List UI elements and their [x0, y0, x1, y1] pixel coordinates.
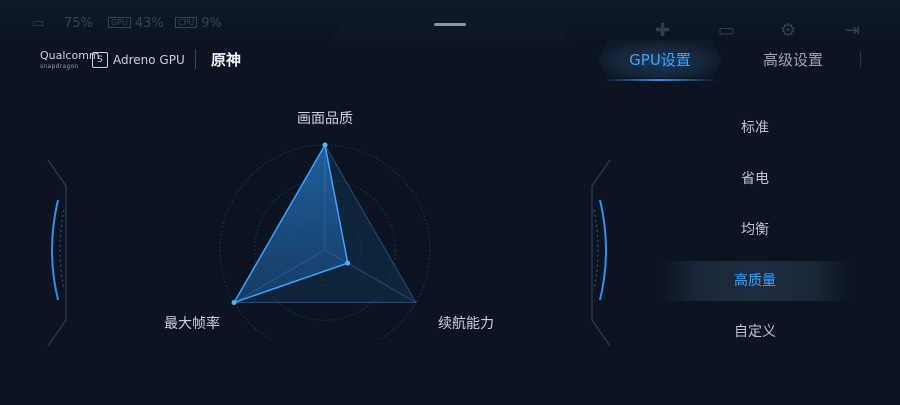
divider — [860, 51, 861, 67]
record-icon[interactable]: ▭ — [718, 20, 735, 41]
mem-usage: 9% — [201, 16, 222, 31]
radar-label-quality: 画面品质 — [297, 111, 353, 127]
radar-point-3 — [231, 300, 237, 305]
battery-icon: ▭ — [32, 16, 45, 31]
exit-icon[interactable]: ⇥ — [845, 20, 860, 41]
crosshair-icon[interactable]: ✚ — [655, 20, 670, 41]
gpu-usage: 43% — [134, 16, 164, 31]
tab-advanced-settings[interactable]: 高级设置 — [740, 49, 846, 70]
radar-point-2 — [345, 260, 351, 266]
panel-handle[interactable] — [330, 15, 570, 41]
gpu-name: Adreno GPU — [113, 53, 185, 67]
mode-high-quality[interactable]: 高质量 — [660, 261, 850, 301]
game-title: 原神 — [211, 51, 242, 69]
left-bracket-decoration — [47, 160, 67, 347]
mode-standard[interactable]: 标准 — [660, 108, 850, 148]
gear-icon[interactable]: ⚙ — [780, 20, 796, 41]
gpu-chip-icon: GPU — [108, 17, 131, 28]
tab-gpu-settings[interactable]: GPU设置 — [598, 49, 722, 70]
cpu-usage: 75% — [64, 16, 93, 31]
radar-chart — [219, 142, 431, 340]
divider — [195, 49, 196, 69]
cpu-chip-icon: CPU — [175, 17, 198, 28]
mode-balanced[interactable]: 均衡 — [660, 210, 850, 250]
mode-power-saving[interactable]: 省电 — [660, 159, 850, 199]
qualcomm-logo: Qualcomm snapdragon — [40, 49, 100, 70]
snapdragon-icon: S — [92, 52, 108, 68]
right-bracket-decoration — [591, 160, 611, 347]
radar-label-framerate: 最大帧率 — [164, 316, 220, 332]
drag-handle[interactable] — [434, 23, 466, 26]
radar-label-battery: 续航能力 — [438, 316, 494, 332]
mode-custom[interactable]: 自定义 — [660, 312, 850, 352]
tab-active-indicator — [602, 79, 718, 81]
radar-point-1 — [322, 142, 328, 148]
